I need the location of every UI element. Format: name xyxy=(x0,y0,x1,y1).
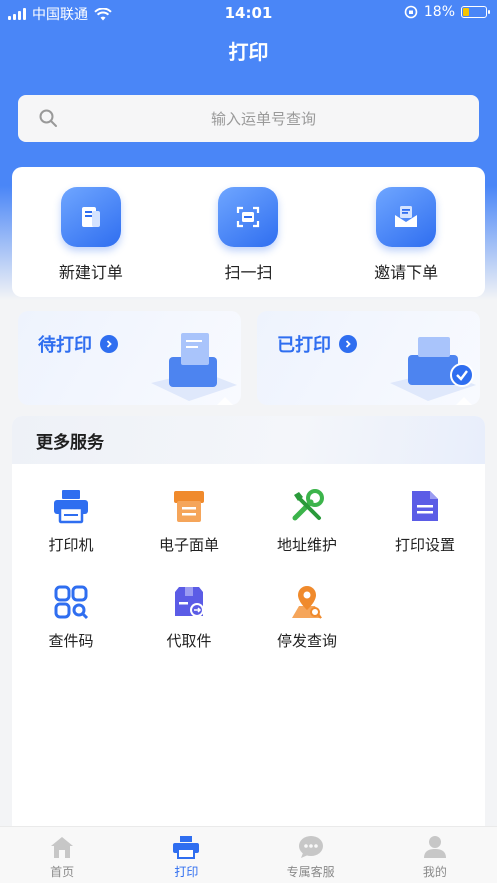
query-code-icon xyxy=(51,582,91,622)
home-icon xyxy=(47,833,77,861)
battery-icon xyxy=(461,6,490,18)
pickup-box-icon xyxy=(169,582,209,622)
quick-actions-card: 新建订单 扫一扫 邀请下单 xyxy=(12,167,485,297)
suspend-query-label: 停发查询 xyxy=(276,632,337,650)
pending-print-label: 待打印 xyxy=(38,335,92,356)
tab-print-label: 打印 xyxy=(174,865,199,879)
printed-icon xyxy=(390,337,476,405)
search-input[interactable] xyxy=(18,95,479,142)
status-bar: 中国联通 14:01 18% xyxy=(0,0,497,26)
tab-mine-label: 我的 xyxy=(422,865,447,879)
tab-customer-service-label: 专属客服 xyxy=(286,865,335,879)
pickup-service-button[interactable]: 代取件 xyxy=(130,582,248,651)
print-settings-label: 打印设置 xyxy=(394,536,455,554)
more-services-title: 更多服务 xyxy=(12,416,485,464)
battery-percent: 18% xyxy=(423,4,455,20)
printer-service-label: 打印机 xyxy=(48,536,94,554)
more-services-panel: 更多服务 打印机 电子面单 地址维护 打印设置 查件码 代取件 停发查询 xyxy=(12,416,485,826)
pending-print-card[interactable]: 待打印 xyxy=(18,311,241,405)
tab-customer-service[interactable]: 专属客服 xyxy=(249,827,373,883)
suspend-query-button[interactable]: 停发查询 xyxy=(248,582,366,651)
tab-home-label: 首页 xyxy=(50,865,75,879)
tab-mine[interactable]: 我的 xyxy=(373,827,497,883)
printed-card[interactable]: 已打印 xyxy=(257,311,480,405)
chevron-right-icon xyxy=(339,335,357,353)
chat-icon xyxy=(296,833,326,861)
scan-button[interactable]: 扫一扫 xyxy=(183,187,313,297)
page-title: 打印 xyxy=(228,40,269,64)
bottom-tab-bar: 首页 打印 专属客服 我的 xyxy=(0,826,497,883)
scan-label: 扫一扫 xyxy=(224,263,273,282)
chevron-right-icon xyxy=(100,335,118,353)
e-waybill-service-label: 电子面单 xyxy=(158,536,219,554)
e-waybill-service-button[interactable]: 电子面单 xyxy=(130,486,248,555)
orientation-lock-icon xyxy=(404,5,418,19)
e-waybill-icon xyxy=(169,486,209,526)
scan-icon xyxy=(218,187,279,247)
new-order-label: 新建订单 xyxy=(58,263,123,282)
invite-order-button[interactable]: 邀请下单 xyxy=(341,187,471,297)
query-code-button[interactable]: 查件码 xyxy=(12,582,130,651)
print-settings-button[interactable]: 打印设置 xyxy=(366,486,484,555)
tab-home[interactable]: 首页 xyxy=(0,827,124,883)
address-maintenance-label: 地址维护 xyxy=(276,536,337,554)
address-maintenance-button[interactable]: 地址维护 xyxy=(248,486,366,555)
new-order-button[interactable]: 新建订单 xyxy=(26,187,156,297)
location-search-icon xyxy=(287,582,327,622)
invite-order-icon xyxy=(376,187,437,247)
pending-print-icon xyxy=(151,333,237,405)
tools-icon xyxy=(287,486,327,526)
search-bar[interactable] xyxy=(18,95,479,142)
printer-icon xyxy=(171,833,201,861)
search-icon xyxy=(39,109,57,127)
invite-order-label: 邀请下单 xyxy=(374,263,439,282)
printer-service-button[interactable]: 打印机 xyxy=(12,486,130,555)
printer-icon xyxy=(51,486,91,526)
tab-print[interactable]: 打印 xyxy=(124,827,248,883)
query-code-label: 查件码 xyxy=(48,632,94,650)
document-icon xyxy=(405,486,445,526)
user-icon xyxy=(420,833,450,861)
new-order-icon xyxy=(60,187,121,247)
pickup-service-label: 代取件 xyxy=(166,632,212,650)
printed-label: 已打印 xyxy=(277,335,331,356)
